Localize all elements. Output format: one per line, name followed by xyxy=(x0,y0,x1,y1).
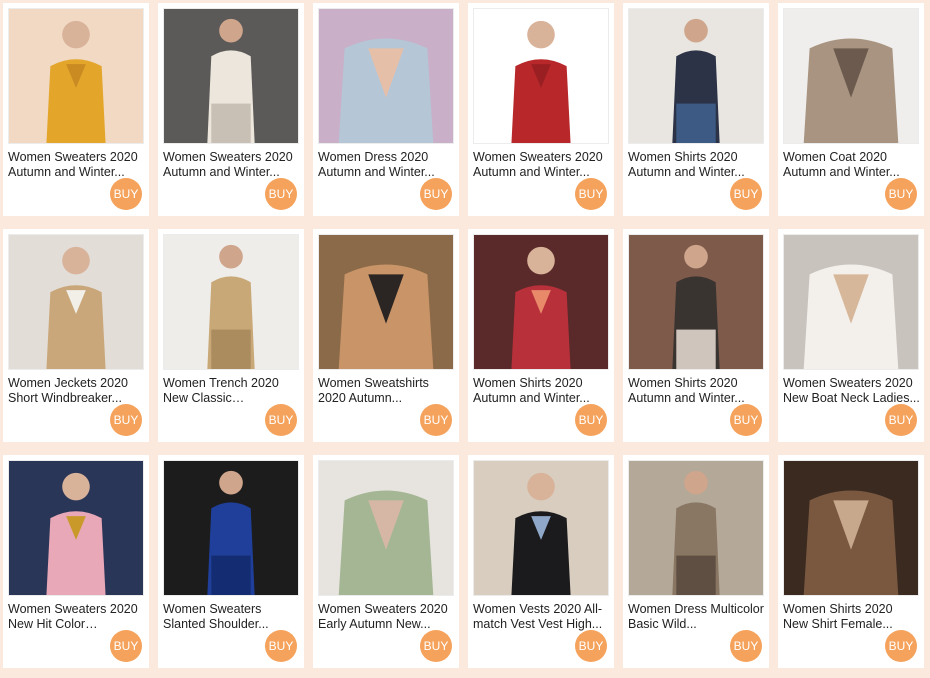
product-image-graphic xyxy=(629,461,763,595)
product-title[interactable]: Women Dress Multicolor Basic Wild... xyxy=(628,602,766,632)
product-card[interactable]: Women Trench 2020 New Classic Waterproof… xyxy=(158,229,304,442)
product-image[interactable] xyxy=(8,8,144,144)
product-title[interactable]: Women Coat 2020 Autumn and Winter... xyxy=(783,150,921,180)
product-image-graphic xyxy=(319,9,453,143)
product-image-graphic xyxy=(164,461,298,595)
product-image[interactable] xyxy=(783,8,919,144)
product-card[interactable]: Women Vests 2020 All-match Vest Vest Hig… xyxy=(468,455,614,668)
product-image-graphic xyxy=(319,461,453,595)
product-image[interactable] xyxy=(318,234,454,370)
product-image[interactable] xyxy=(318,8,454,144)
product-image[interactable] xyxy=(163,234,299,370)
product-image[interactable] xyxy=(628,234,764,370)
product-image[interactable] xyxy=(473,234,609,370)
product-title[interactable]: Women Jeckets 2020 Short Windbreaker... xyxy=(8,376,146,406)
buy-button[interactable]: BUY xyxy=(420,178,452,210)
product-card[interactable]: Women Sweaters 2020 Early Autumn New... B… xyxy=(313,455,459,668)
product-image-graphic xyxy=(9,235,143,369)
product-title[interactable]: Women Sweaters 2020 New Boat Neck Ladies… xyxy=(783,376,921,406)
product-title[interactable]: Women Vests 2020 All-match Vest Vest Hig… xyxy=(473,602,611,632)
product-card[interactable]: Women Shirts 2020 New Shirt Female... BUY xyxy=(778,455,924,668)
product-title[interactable]: Women Trench 2020 New Classic Waterproof… xyxy=(163,376,301,406)
product-image[interactable] xyxy=(8,234,144,370)
product-image-graphic xyxy=(784,461,918,595)
product-image[interactable] xyxy=(628,8,764,144)
product-card[interactable]: Women Sweaters 2020 Autumn and Winter...… xyxy=(468,3,614,216)
buy-button[interactable]: BUY xyxy=(575,404,607,436)
buy-button[interactable]: BUY xyxy=(265,404,297,436)
product-grid: Women Sweaters 2020 Autumn and Winter...… xyxy=(0,0,930,678)
product-card[interactable]: Women Dress 2020 Autumn and Winter... BUY xyxy=(313,3,459,216)
buy-button[interactable]: BUY xyxy=(575,178,607,210)
product-title[interactable]: Women Sweaters Slanted Shoulder... xyxy=(163,602,301,632)
product-image[interactable] xyxy=(8,460,144,596)
product-title[interactable]: Women Sweatshirts 2020 Autumn... xyxy=(318,376,456,406)
product-title[interactable]: Women Sweaters 2020 Early Autumn New... xyxy=(318,602,456,632)
buy-button[interactable]: BUY xyxy=(730,178,762,210)
buy-button[interactable]: BUY xyxy=(265,630,297,662)
product-image-graphic xyxy=(9,9,143,143)
product-title[interactable]: Women Shirts 2020 Autumn and Winter... xyxy=(473,376,611,406)
product-title[interactable]: Women Sweaters 2020 Autumn and Winter... xyxy=(8,150,146,180)
buy-button[interactable]: BUY xyxy=(885,630,917,662)
buy-button[interactable]: BUY xyxy=(110,178,142,210)
product-card[interactable]: Women Sweaters 2020 New Hit Color Checke… xyxy=(3,455,149,668)
product-card[interactable]: Women Shirts 2020 Autumn and Winter... BU… xyxy=(468,229,614,442)
product-card[interactable]: Women Shirts 2020 Autumn and Winter... BU… xyxy=(623,229,769,442)
buy-button[interactable]: BUY xyxy=(730,404,762,436)
product-card[interactable]: Women Sweatshirts 2020 Autumn... BUY xyxy=(313,229,459,442)
product-image[interactable] xyxy=(473,8,609,144)
buy-button[interactable]: BUY xyxy=(885,178,917,210)
product-image-graphic xyxy=(9,461,143,595)
product-title[interactable]: Women Sweaters 2020 Autumn and Winter... xyxy=(163,150,301,180)
product-title[interactable]: Women Shirts 2020 Autumn and Winter... xyxy=(628,150,766,180)
product-image[interactable] xyxy=(628,460,764,596)
product-title[interactable]: Women Dress 2020 Autumn and Winter... xyxy=(318,150,456,180)
product-card[interactable]: Women Dress Multicolor Basic Wild... BUY xyxy=(623,455,769,668)
product-card[interactable]: Women Coat 2020 Autumn and Winter... BUY xyxy=(778,3,924,216)
product-image-graphic xyxy=(784,235,918,369)
product-image-graphic xyxy=(474,235,608,369)
product-image[interactable] xyxy=(163,8,299,144)
product-image-graphic xyxy=(784,9,918,143)
product-image[interactable] xyxy=(783,460,919,596)
product-card[interactable]: Women Sweaters 2020 Autumn and Winter...… xyxy=(158,3,304,216)
buy-button[interactable]: BUY xyxy=(730,630,762,662)
product-image[interactable] xyxy=(473,460,609,596)
product-image-graphic xyxy=(629,9,763,143)
product-card[interactable]: Women Jeckets 2020 Short Windbreaker... B… xyxy=(3,229,149,442)
product-card[interactable]: Women Sweaters Slanted Shoulder... BUY xyxy=(158,455,304,668)
product-image[interactable] xyxy=(163,460,299,596)
buy-button[interactable]: BUY xyxy=(575,630,607,662)
product-image[interactable] xyxy=(783,234,919,370)
product-image-graphic xyxy=(319,235,453,369)
buy-button[interactable]: BUY xyxy=(420,630,452,662)
buy-button[interactable]: BUY xyxy=(110,404,142,436)
buy-button[interactable]: BUY xyxy=(110,630,142,662)
buy-button[interactable]: BUY xyxy=(265,178,297,210)
product-image-graphic xyxy=(164,235,298,369)
buy-button[interactable]: BUY xyxy=(885,404,917,436)
product-title[interactable]: Women Shirts 2020 Autumn and Winter... xyxy=(628,376,766,406)
product-card[interactable]: Women Sweaters 2020 New Boat Neck Ladies… xyxy=(778,229,924,442)
product-card[interactable]: Women Sweaters 2020 Autumn and Winter...… xyxy=(3,3,149,216)
product-image-graphic xyxy=(474,461,608,595)
product-card[interactable]: Women Shirts 2020 Autumn and Winter... BU… xyxy=(623,3,769,216)
product-image-graphic xyxy=(164,9,298,143)
buy-button[interactable]: BUY xyxy=(420,404,452,436)
product-title[interactable]: Women Shirts 2020 New Shirt Female... xyxy=(783,602,921,632)
product-image-graphic xyxy=(629,235,763,369)
product-title[interactable]: Women Sweaters 2020 Autumn and Winter... xyxy=(473,150,611,180)
product-image-graphic xyxy=(474,9,608,143)
product-title[interactable]: Women Sweaters 2020 New Hit Color Checke… xyxy=(8,602,146,632)
product-image[interactable] xyxy=(318,460,454,596)
